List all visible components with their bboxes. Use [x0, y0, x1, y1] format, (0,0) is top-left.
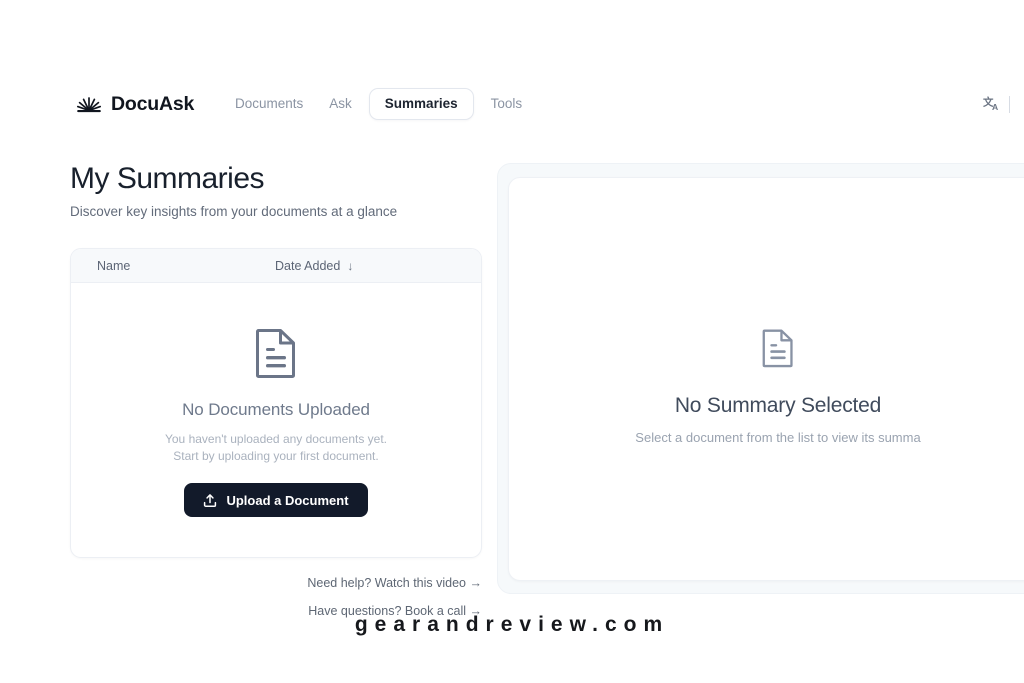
upload-icon — [204, 493, 217, 507]
summaries-left-column: My Summaries Discover key insights from … — [70, 160, 482, 618]
nav-item-ask[interactable]: Ask — [316, 88, 365, 120]
sort-descending-arrow-icon: ↓ — [347, 258, 354, 273]
help-links: Need help? Watch this video → Have quest… — [70, 576, 482, 618]
nav-divider — [1009, 95, 1010, 113]
empty-state-line-2: Start by uploading your first document. — [173, 449, 379, 463]
page-subtitle: Discover key insights from your document… — [70, 204, 398, 219]
documents-empty-state: No Documents Uploaded You haven't upload… — [71, 283, 481, 557]
column-header-date-added[interactable]: Date Added ↓ — [275, 259, 353, 273]
brand-logo[interactable]: DocuAsk — [76, 93, 194, 116]
nav-item-summaries[interactable]: Summaries — [368, 88, 474, 120]
document-icon — [256, 329, 295, 378]
nav-right-actions: 文 A — [983, 95, 1010, 114]
watch-video-link[interactable]: Need help? Watch this video → — [307, 576, 482, 590]
top-navigation-bar: DocuAsk Documents Ask Summaries Tools 文 … — [0, 78, 1024, 130]
watermark: gearandreview.com — [354, 613, 670, 636]
brand-name: DocuAsk — [111, 92, 195, 115]
documents-list-card: Name Date Added ↓ No Documents Uploaded … — [70, 248, 482, 558]
documents-list-header: Name Date Added ↓ — [71, 249, 481, 283]
svg-text:A: A — [992, 102, 998, 112]
summary-empty-state: No Summary Selected Select a document fr… — [508, 177, 1024, 579]
translate-icon[interactable]: 文 A — [983, 95, 1002, 114]
page-title: My Summaries — [70, 162, 265, 195]
nav-links: Documents Ask Summaries Tools — [222, 88, 535, 120]
upload-document-button[interactable]: Upload a Document — [184, 483, 368, 517]
document-icon — [762, 329, 793, 367]
empty-state-title: No Documents Uploaded — [182, 400, 370, 419]
summary-empty-title: No Summary Selected — [674, 393, 882, 417]
nav-item-documents[interactable]: Documents — [222, 88, 316, 120]
empty-state-description: You haven't uploaded any documents yet. … — [165, 431, 387, 465]
upload-document-button-label: Upload a Document — [226, 492, 349, 508]
sunburst-icon — [76, 97, 102, 113]
column-header-name[interactable]: Name — [97, 259, 275, 273]
nav-item-tools[interactable]: Tools — [478, 88, 536, 120]
empty-state-line-1: You haven't uploaded any documents yet. — [164, 432, 387, 446]
summary-empty-subtitle: Select a document from the list to view … — [635, 429, 921, 445]
column-header-date-added-label: Date Added — [275, 258, 341, 273]
